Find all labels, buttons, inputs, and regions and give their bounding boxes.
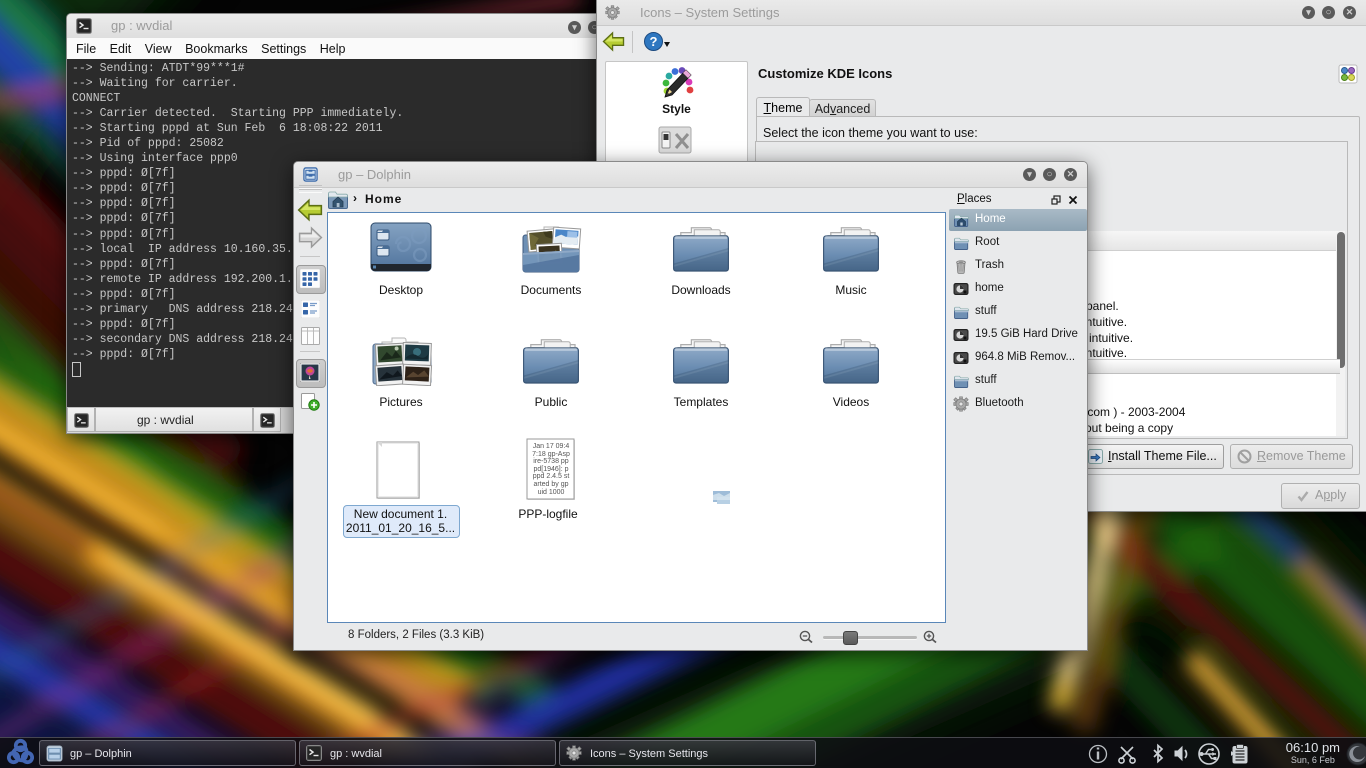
svg-text:?: ? [650, 34, 658, 49]
